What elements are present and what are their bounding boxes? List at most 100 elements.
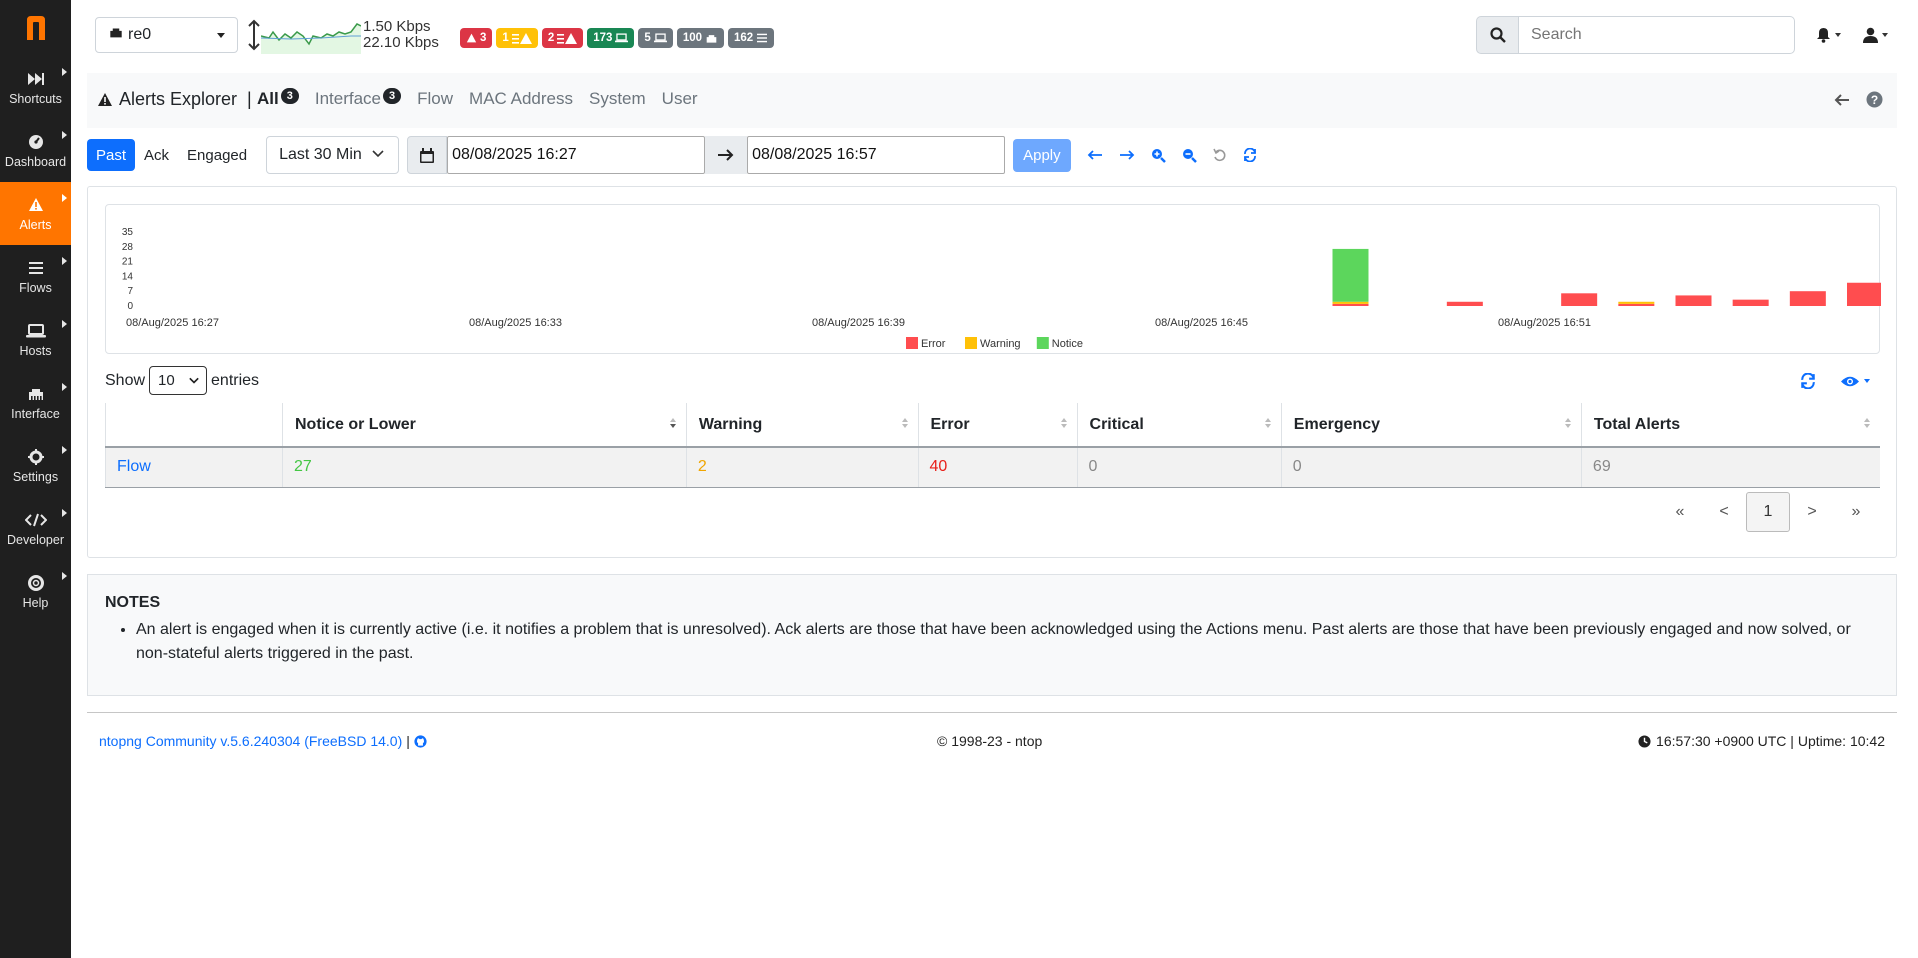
- notes-title: NOTES: [105, 594, 161, 611]
- column-header-warning[interactable]: Warning: [685, 403, 918, 448]
- traffic-sparkline: [261, 23, 361, 54]
- bars-icon: [757, 33, 768, 43]
- page-1-button[interactable]: 1: [1746, 492, 1790, 532]
- traffic-rates[interactable]: 1.50 Kbps 22.10 Kbps: [363, 19, 439, 51]
- count-badge: 3: [280, 88, 299, 104]
- table-actions: [1800, 373, 1870, 389]
- sort-icon: [1864, 418, 1870, 428]
- tab-mac-address[interactable]: MAC Address: [469, 89, 573, 109]
- emergency-count: 0: [1280, 447, 1582, 488]
- page-first-button[interactable]: «: [1658, 492, 1702, 532]
- tab-flow[interactable]: Flow: [417, 89, 453, 109]
- search-box: [1476, 16, 1795, 54]
- search-input[interactable]: [1518, 16, 1795, 54]
- date-from-input[interactable]: 08/08/2025 16:27: [447, 136, 706, 174]
- flows-badge[interactable]: 162: [728, 28, 775, 48]
- tab-user[interactable]: User: [662, 89, 698, 109]
- sort-icon: [1060, 418, 1067, 428]
- ntop-logo[interactable]: [0, 0, 71, 56]
- y-tick-label: 7: [127, 286, 133, 297]
- apply-button[interactable]: Apply: [1013, 138, 1071, 172]
- arrow-left-icon[interactable]: [1834, 93, 1850, 107]
- warning-count: 2: [685, 447, 918, 488]
- filter-bar: Past Ack Engaged Last 30 Min 08/08/2025 …: [87, 136, 1257, 174]
- entries-select[interactable]: 10: [149, 366, 208, 395]
- tab-system[interactable]: System: [589, 89, 646, 109]
- sidebar-item-shortcuts[interactable]: Shortcuts: [0, 56, 71, 119]
- lifebuoy-icon: [27, 574, 44, 592]
- top-icons: [1816, 27, 1888, 43]
- refresh-icon[interactable]: [1800, 373, 1816, 389]
- show-entries: Show 10 entries: [105, 366, 259, 395]
- total-count: 69: [1580, 447, 1880, 488]
- clock-icon: [1638, 734, 1651, 748]
- eye-icon: [1841, 376, 1859, 386]
- sidebar-item-help[interactable]: Help: [0, 560, 71, 623]
- column-header-error[interactable]: Error: [917, 403, 1078, 448]
- column-header-critical[interactable]: Critical: [1076, 403, 1282, 448]
- top-bar: re0 1.50 Kbps 22.10 Kbps 3 1 2 173 5 100…: [71, 0, 1918, 70]
- shift-right-icon[interactable]: [1119, 150, 1135, 160]
- refresh-icon[interactable]: [1243, 148, 1257, 162]
- sidebar-item-developer[interactable]: Developer: [0, 497, 71, 560]
- tab-interface[interactable]: Interface 3: [315, 88, 402, 109]
- zoom-in-icon[interactable]: [1151, 148, 1166, 163]
- remote-hosts-badge[interactable]: 5: [638, 28, 673, 48]
- sidebar-item-label: Alerts: [19, 217, 52, 232]
- user-dropdown[interactable]: [1863, 27, 1888, 43]
- sidebar-item-flows[interactable]: Flows: [0, 245, 71, 308]
- alerts-nav: Alerts Explorer | All 3 Interface 3 Flow M…: [87, 73, 1897, 128]
- page-next-button[interactable]: >: [1790, 492, 1834, 532]
- engaged-alerts-badge[interactable]: 3: [460, 28, 493, 48]
- caret-right-icon: [62, 131, 67, 139]
- y-tick-label: 0: [127, 301, 133, 312]
- caret-right-icon: [62, 572, 67, 580]
- ack-button[interactable]: Ack: [135, 139, 178, 171]
- past-button[interactable]: Past: [87, 139, 136, 171]
- footer-divider: [87, 712, 1897, 713]
- zoom-out-icon[interactable]: [1182, 148, 1197, 163]
- tab-all[interactable]: All 3: [257, 88, 299, 109]
- sidebar-item-label: Interface: [11, 406, 60, 421]
- notifications-dropdown[interactable]: [1816, 27, 1841, 43]
- legend-swatch: [965, 337, 977, 349]
- error-flows-badge[interactable]: 2: [541, 28, 584, 48]
- alert-type-link[interactable]: Flow: [105, 447, 283, 488]
- download-rate: 22.10 Kbps: [363, 34, 439, 51]
- help-icon[interactable]: ?: [1866, 91, 1883, 108]
- undo-icon[interactable]: [1212, 148, 1227, 162]
- devices-badge[interactable]: 100: [676, 28, 724, 48]
- caret-right-icon: [62, 446, 67, 454]
- x-tick-label: 08/Aug/2025 16:27: [126, 317, 219, 329]
- sidebar-item-interface[interactable]: Interface: [0, 371, 71, 434]
- column-header-notice[interactable]: Notice or Lower: [282, 403, 687, 448]
- caret-right-icon: [62, 68, 67, 76]
- upload-rate: 1.50 Kbps: [363, 18, 431, 35]
- calendar-icon[interactable]: [407, 136, 448, 174]
- sidebar-item-settings[interactable]: Settings: [0, 434, 71, 497]
- page-last-button[interactable]: »: [1834, 492, 1878, 532]
- version-link[interactable]: ntopng Community v.5.6.240304 (FreeBSD 1…: [99, 733, 427, 749]
- local-hosts-badge[interactable]: 173: [587, 28, 635, 48]
- sidebar-item-dashboard[interactable]: Dashboard: [0, 119, 71, 182]
- caret-right-icon: [62, 383, 67, 391]
- engaged-button[interactable]: Engaged: [178, 139, 256, 171]
- sidebar-item-alerts[interactable]: Alerts: [0, 182, 71, 245]
- interface-select[interactable]: re0: [95, 17, 238, 53]
- code-icon: [24, 511, 47, 529]
- caret-down-icon: [1835, 33, 1841, 37]
- page-prev-button[interactable]: <: [1702, 492, 1746, 532]
- column-visibility-dropdown[interactable]: [1840, 375, 1870, 388]
- table-row: Flow 27 2 40 0 0 69: [105, 447, 1880, 488]
- sidebar-item-hosts[interactable]: Hosts: [0, 308, 71, 371]
- sort-icon: [669, 418, 676, 428]
- warning-flows-badge[interactable]: 1: [496, 28, 538, 48]
- column-header-emergency[interactable]: Emergency: [1280, 403, 1582, 448]
- time-range-select[interactable]: Last 30 Min: [266, 136, 400, 174]
- x-tick-label: 08/Aug/2025 16:33: [469, 317, 562, 329]
- date-to-input[interactable]: 08/08/2025 16:57: [747, 136, 1006, 174]
- search-button[interactable]: [1476, 16, 1518, 54]
- column-header-total[interactable]: Total Alerts: [1580, 403, 1880, 448]
- shift-left-icon[interactable]: [1087, 150, 1103, 160]
- alerts-table: Notice or Lower Warning Error Critical E…: [105, 403, 1880, 488]
